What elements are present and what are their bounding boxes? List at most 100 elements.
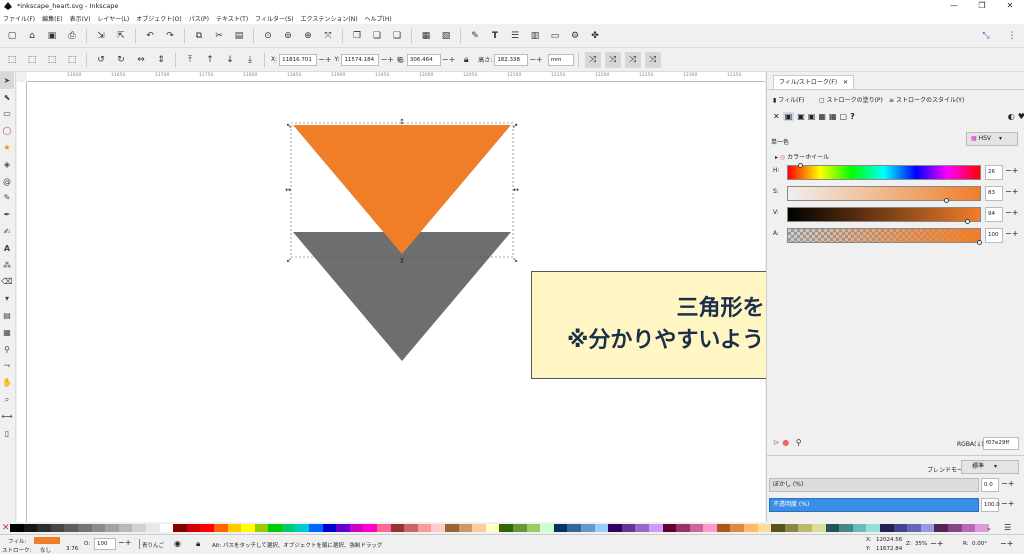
blend-mode-select[interactable]: 標準 ▾: [961, 460, 1019, 474]
palette-swatch[interactable]: [893, 524, 908, 532]
page-tool-icon[interactable]: ▯: [0, 425, 14, 442]
menu-path[interactable]: パス(P): [189, 14, 209, 23]
node-editor-icon[interactable]: ✎: [467, 28, 483, 44]
palette-swatch[interactable]: [200, 524, 214, 532]
palette-swatch[interactable]: [662, 524, 677, 532]
palette-swatch[interactable]: [621, 524, 636, 532]
palette-swatch[interactable]: [608, 524, 622, 532]
palette-swatch[interactable]: [744, 524, 758, 532]
pen-tool-icon[interactable]: ✒: [0, 206, 14, 223]
palette-swatch[interactable]: [580, 524, 595, 532]
close-button[interactable]: ✕: [996, 0, 1024, 12]
cut-icon[interactable]: ✂: [211, 28, 227, 44]
color-mode-select[interactable]: ▦ HSV ▾: [966, 132, 1018, 146]
palette-swatch[interactable]: [241, 524, 255, 532]
flip-horizontal-icon[interactable]: ⇔: [133, 52, 149, 68]
blur-stepper[interactable]: −+: [1001, 479, 1014, 488]
height-input[interactable]: 182.338: [494, 53, 529, 66]
opacity-status-stepper[interactable]: −+: [118, 538, 131, 547]
snap-menu-icon[interactable]: ⋮: [1004, 28, 1020, 44]
alpha-value[interactable]: 100: [985, 228, 1003, 243]
unlink-clone-icon[interactable]: ❑: [389, 28, 405, 44]
palette-swatch[interactable]: [322, 524, 337, 532]
subtab-stroke-style[interactable]: ≡ ストロークのスタイル(Y): [889, 96, 964, 106]
fill-indicator-swatch[interactable]: [34, 537, 60, 544]
measure-tool-icon[interactable]: ⟷: [0, 408, 14, 425]
text-tool-icon[interactable]: A: [0, 240, 14, 257]
value-slider[interactable]: [787, 207, 981, 224]
ellipse-tool-icon[interactable]: ◯: [0, 122, 14, 139]
unset-paint-icon[interactable]: ?: [850, 112, 855, 121]
ungroup-icon[interactable]: ▧: [438, 28, 454, 44]
palette-swatch[interactable]: [281, 524, 296, 532]
opacity-slider-value[interactable]: 100.0: [981, 498, 1000, 512]
palette-swatch[interactable]: [635, 524, 649, 532]
objects-icon[interactable]: ▥: [527, 28, 543, 44]
value-slider-handle[interactable]: [965, 219, 971, 224]
menu-filters[interactable]: フィルター(S): [255, 14, 293, 23]
subtab-fill[interactable]: ▮ フィル(F): [773, 96, 804, 106]
scale-stroke-icon[interactable]: ⤨: [584, 51, 601, 68]
layer-visibility-icon[interactable]: ◉: [174, 539, 181, 548]
saturation-stepper[interactable]: −+: [1005, 187, 1018, 196]
move-patterns-icon[interactable]: ⤨: [644, 51, 661, 68]
preferences-icon[interactable]: ⚙: [567, 28, 583, 44]
blur-slider[interactable]: ぼかし (%): [769, 478, 979, 492]
fill-rule-evenodd-icon[interactable]: ◐: [1008, 112, 1015, 121]
maximize-button[interactable]: ❐: [968, 0, 996, 12]
x-input[interactable]: 11816.701: [279, 53, 318, 66]
duplicate-icon[interactable]: ❐: [349, 28, 365, 44]
palette-swatch[interactable]: [771, 524, 785, 532]
palette-swatch[interactable]: [227, 524, 242, 532]
y-input[interactable]: 11574.184: [341, 53, 380, 66]
xml-editor-icon[interactable]: ▭: [547, 28, 563, 44]
palette-swatch[interactable]: [947, 524, 962, 532]
palette-swatch[interactable]: [920, 524, 935, 532]
swatch-icon[interactable]: ▢: [840, 112, 848, 121]
palette-swatch[interactable]: [377, 524, 391, 532]
layer-lock-icon[interactable]: 🔒︎: [196, 539, 200, 549]
palette-swatch[interactable]: [295, 524, 310, 532]
value-value[interactable]: 94: [985, 207, 1003, 222]
subtab-stroke-paint[interactable]: ▢ ストロークの塗り(P): [819, 96, 883, 106]
palette-swatch[interactable]: [866, 524, 880, 532]
palette-swatch[interactable]: [540, 524, 554, 532]
new-document-icon[interactable]: ▢: [4, 28, 20, 44]
palette-swatch[interactable]: [825, 524, 840, 532]
bucket-tool-icon[interactable]: ▾: [0, 290, 14, 307]
spray-tool-icon[interactable]: ⁂: [0, 257, 14, 274]
hue-stepper[interactable]: −+: [1005, 166, 1018, 175]
opacity-slider[interactable]: 不透明度 (%): [769, 498, 979, 512]
node-tool-icon[interactable]: ⬉: [0, 89, 14, 106]
tab-close-icon[interactable]: ✕: [843, 79, 848, 86]
tweak-tool-icon[interactable]: ✋: [0, 374, 14, 391]
palette-swatch[interactable]: [689, 524, 704, 532]
palette-menu-icon[interactable]: ☰: [1004, 522, 1011, 534]
menu-edit[interactable]: 編集(E): [42, 14, 62, 23]
select-all-icon[interactable]: ⬚: [4, 52, 20, 68]
palette-swatch[interactable]: [716, 524, 731, 532]
zoom-tool-icon[interactable]: ⌕: [0, 391, 14, 408]
lower-bottom-icon[interactable]: ⤓: [242, 52, 258, 68]
lock-ratio-icon[interactable]: 🔒︎: [458, 52, 474, 68]
flip-vertical-icon[interactable]: ⇕: [153, 52, 169, 68]
zoom-stepper[interactable]: −+: [930, 539, 943, 548]
palette-swatch[interactable]: [390, 524, 405, 532]
palette-swatch[interactable]: [553, 524, 568, 532]
spiral-tool-icon[interactable]: @: [0, 173, 14, 190]
palette-swatch[interactable]: [798, 524, 813, 532]
alpha-slider[interactable]: [787, 228, 982, 245]
calligraphy-tool-icon[interactable]: ✍: [0, 223, 14, 240]
palette-swatch[interactable]: [64, 524, 78, 532]
palette-swatch[interactable]: [105, 524, 119, 532]
doc-properties-icon[interactable]: ✤: [587, 28, 603, 44]
flat-color-icon[interactable]: ▣: [782, 112, 795, 121]
out-of-gamut-icon[interactable]: ●: [782, 438, 789, 447]
lower-icon[interactable]: ↓: [222, 52, 238, 68]
alpha-stepper[interactable]: −+: [1005, 229, 1018, 238]
color-wheel-expander[interactable]: ▸ ◎ カラーホイール: [775, 152, 829, 161]
rotate-ccw-icon[interactable]: ↺: [93, 52, 109, 68]
snap-toggle-icon[interactable]: ⤡: [978, 28, 994, 44]
pattern-icon[interactable]: ▦: [829, 112, 837, 121]
palette-swatch[interactable]: [730, 524, 745, 532]
